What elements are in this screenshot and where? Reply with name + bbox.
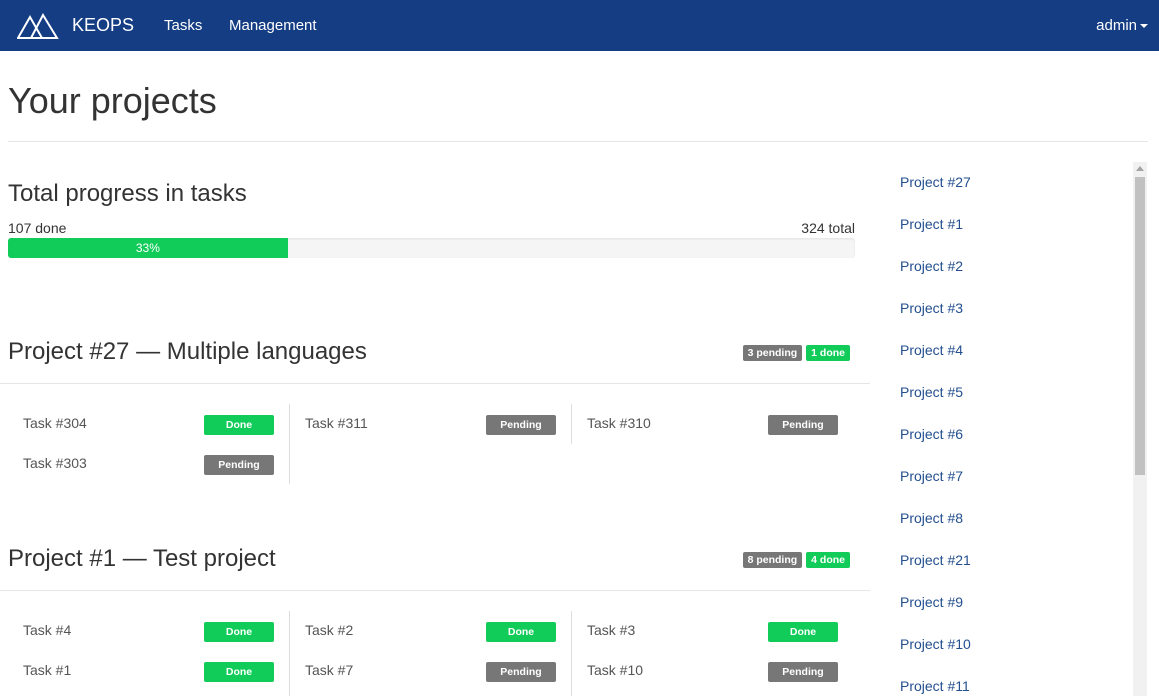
- task-row: Task #304 Done: [8, 404, 289, 444]
- brand-name[interactable]: KEOPS: [72, 15, 134, 36]
- task-status-badge[interactable]: Pending: [204, 455, 274, 475]
- task-row: Task #311 Pending: [290, 404, 571, 444]
- task-link[interactable]: Task #310: [587, 415, 651, 431]
- scrollbar-thumb[interactable]: [1135, 177, 1145, 475]
- user-menu[interactable]: admin: [1096, 17, 1148, 34]
- task-row: Task #4 Done: [8, 611, 289, 651]
- project-divider: [0, 383, 870, 384]
- sidebar-item-project[interactable]: Project #6: [900, 426, 963, 442]
- task-link[interactable]: Task #303: [23, 455, 87, 471]
- sidebar-item-project[interactable]: Project #27: [900, 174, 971, 190]
- task-column: Task #310 Pending: [572, 404, 854, 444]
- task-link[interactable]: Task #2: [305, 622, 353, 638]
- sidebar-item-project[interactable]: Project #4: [900, 342, 963, 358]
- user-name: admin: [1096, 17, 1137, 34]
- task-row: Task #2 Done: [290, 611, 571, 651]
- task-column: Task #311 Pending: [290, 404, 572, 444]
- task-link[interactable]: Task #311: [305, 415, 368, 431]
- sidebar-item-project[interactable]: Project #2: [900, 258, 963, 274]
- task-row: Task #10 Pending: [572, 651, 854, 691]
- task-status-badge[interactable]: Done: [768, 622, 838, 642]
- project-title[interactable]: Project #27 — Multiple languages: [8, 338, 367, 366]
- task-status-badge[interactable]: Pending: [486, 415, 556, 435]
- task-row: Task #1 Done: [8, 651, 289, 691]
- progress-done-label: 107 done: [8, 220, 67, 236]
- sidebar-item-project[interactable]: Project #8: [900, 510, 963, 526]
- project-title[interactable]: Project #1 — Test project: [8, 545, 276, 573]
- task-status-badge[interactable]: Pending: [768, 662, 838, 682]
- task-link[interactable]: Task #1: [23, 662, 71, 678]
- task-link[interactable]: Task #3: [587, 622, 635, 638]
- project-counters: 8 pending 4 done: [742, 552, 850, 568]
- sidebar-item-project[interactable]: Project #21: [900, 552, 971, 568]
- task-status-badge[interactable]: Pending: [768, 415, 838, 435]
- progress-title: Total progress in tasks: [8, 180, 247, 207]
- task-status-badge[interactable]: Done: [204, 622, 274, 642]
- scroll-up-arrow-icon[interactable]: [1136, 166, 1144, 171]
- task-row: Task #310 Pending: [572, 404, 854, 444]
- brand-logo-link[interactable]: [17, 10, 59, 40]
- sidebar-item-project[interactable]: Project #7: [900, 468, 963, 484]
- nav-tasks-link[interactable]: Tasks: [164, 17, 202, 34]
- task-column: Task #304 Done Task #303 Pending: [8, 404, 290, 484]
- task-row: Task #3 Done: [572, 611, 854, 651]
- project-counters: 3 pending 1 done: [742, 345, 850, 361]
- sidebar-item-project[interactable]: Project #9: [900, 594, 963, 610]
- done-count-badge: 4 done: [806, 552, 850, 568]
- task-status-badge[interactable]: Pending: [486, 662, 556, 682]
- nav-management-link[interactable]: Management: [229, 17, 317, 34]
- task-status-badge[interactable]: Done: [204, 415, 274, 435]
- sidebar-item-project[interactable]: Project #3: [900, 300, 963, 316]
- task-column: Task #2 Done Task #7 Pending: [290, 611, 572, 696]
- task-column: Task #4 Done Task #1 Done: [8, 611, 290, 696]
- pending-count-badge: 3 pending: [742, 345, 803, 361]
- progress-total-label: 324 total: [801, 220, 855, 236]
- caret-down-icon: [1140, 23, 1148, 28]
- header-divider: [8, 141, 1148, 142]
- project-sidebar: Project #27 Project #1 Project #2 Projec…: [888, 162, 1133, 696]
- sidebar-item-project[interactable]: Project #10: [900, 636, 971, 652]
- sidebar-item-project[interactable]: Project #1: [900, 216, 963, 232]
- progress-bar: 33%: [8, 238, 855, 258]
- keops-pyramids-logo-icon: [17, 12, 59, 39]
- task-link[interactable]: Task #4: [23, 622, 71, 638]
- task-row: Task #303 Pending: [8, 444, 289, 484]
- task-link[interactable]: Task #304: [23, 415, 87, 431]
- task-status-badge[interactable]: Done: [486, 622, 556, 642]
- task-row: Task #7 Pending: [290, 651, 571, 691]
- project-divider: [0, 590, 870, 591]
- page-title: Your projects: [8, 80, 217, 121]
- task-column: Task #3 Done Task #10 Pending: [572, 611, 854, 696]
- sidebar-scrollbar[interactable]: [1133, 162, 1147, 696]
- pending-count-badge: 8 pending: [742, 552, 803, 568]
- done-count-badge: 1 done: [806, 345, 850, 361]
- sidebar-item-project[interactable]: Project #11: [900, 678, 970, 694]
- navbar: KEOPS Tasks Management admin: [0, 0, 1159, 51]
- task-link[interactable]: Task #10: [587, 662, 643, 678]
- task-status-badge[interactable]: Done: [204, 662, 274, 682]
- progress-bar-fill: 33%: [8, 238, 288, 258]
- task-link[interactable]: Task #7: [305, 662, 353, 678]
- sidebar-item-project[interactable]: Project #5: [900, 384, 963, 400]
